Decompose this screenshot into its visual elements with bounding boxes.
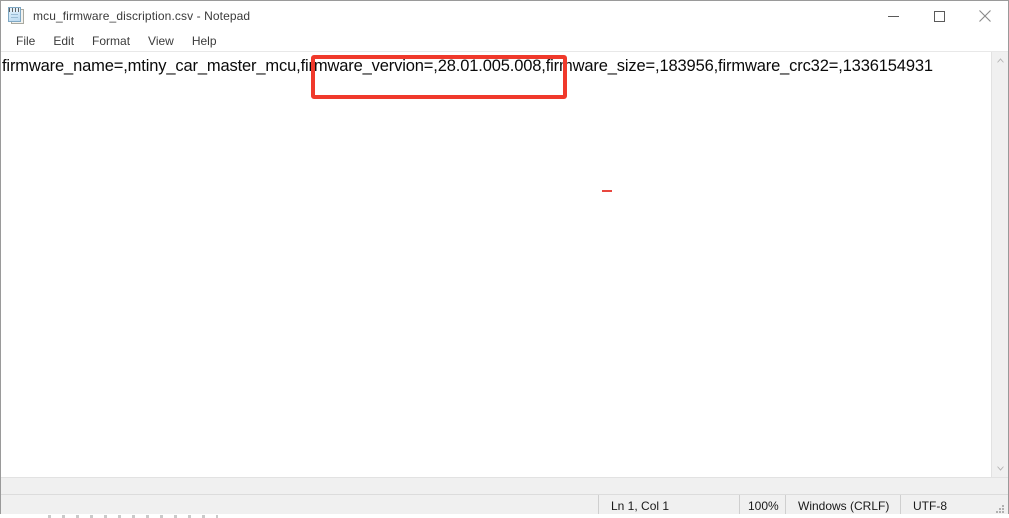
horizontal-scrollbar[interactable]	[1, 478, 991, 494]
window-controls	[870, 1, 1008, 31]
maximize-icon	[933, 10, 945, 22]
minimize-icon	[887, 15, 899, 17]
text-editor[interactable]: firmware_name=,mtiny_car_master_mcu,firm…	[1, 52, 991, 477]
editor-area: firmware_name=,mtiny_car_master_mcu,firm…	[1, 52, 1008, 477]
red-mark-artifact	[602, 190, 612, 192]
horizontal-scrollbar-row	[1, 477, 1008, 494]
vertical-scrollbar[interactable]	[991, 52, 1008, 477]
scroll-up-arrow-icon[interactable]	[992, 52, 1009, 69]
title-bar[interactable]: mcu_firmware_discription.csv - Notepad	[1, 1, 1008, 31]
maximize-button[interactable]	[916, 1, 962, 31]
document-line-1: firmware_name=,mtiny_car_master_mcu,firm…	[2, 57, 933, 75]
menu-item-view[interactable]: View	[139, 31, 183, 51]
menu-item-help[interactable]: Help	[183, 31, 226, 51]
menu-item-file[interactable]: File	[7, 31, 44, 51]
scroll-down-arrow-icon[interactable]	[992, 460, 1009, 477]
close-icon	[979, 10, 991, 22]
minimize-button[interactable]	[870, 1, 916, 31]
scrollbar-corner	[991, 478, 1008, 494]
resize-grip-icon[interactable]	[993, 502, 1005, 514]
menu-item-edit[interactable]: Edit	[44, 31, 83, 51]
close-button[interactable]	[962, 1, 1008, 31]
taskbar-strip-cutoff	[0, 514, 1009, 518]
window-title: mcu_firmware_discription.csv - Notepad	[33, 9, 251, 23]
menu-bar: File Edit Format View Help	[1, 31, 1008, 52]
menu-item-format[interactable]: Format	[83, 31, 139, 51]
notepad-window: mcu_firmware_discription.csv - Notepad F…	[0, 0, 1009, 518]
notepad-icon	[8, 7, 26, 25]
